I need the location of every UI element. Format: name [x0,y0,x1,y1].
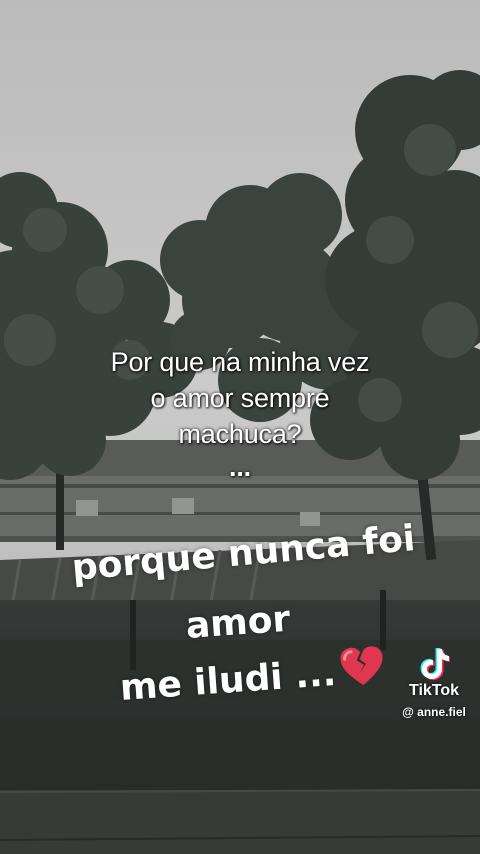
question-line-3: machuca? [178,419,302,449]
question-line-2: o amor sempre [150,383,330,413]
video-frame: Por que na minha vez o amor sempre machu… [0,0,480,854]
question-line-1: Por que na minha vez [110,347,370,377]
tiktok-watermark: TikTok @ anne.fiel [394,646,474,720]
tiktok-logo-icon [420,648,450,680]
question-caption: Por que na minha vez o amor sempre machu… [0,344,480,488]
handwritten-line-2: amor [184,598,292,647]
creator-handle: @ anne.fiel [402,705,466,719]
tiktok-brand: TikTok [408,682,460,699]
ellipsis: ... [229,452,251,482]
broken-heart-icon [338,643,387,697]
